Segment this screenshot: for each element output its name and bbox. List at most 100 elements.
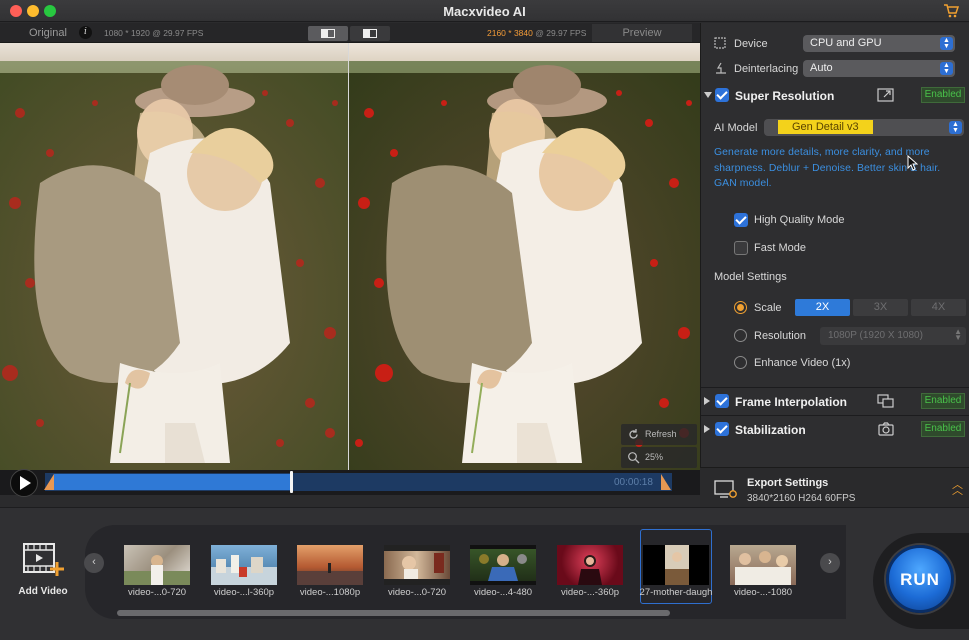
play-icon [20, 476, 31, 490]
section-divider [701, 415, 969, 416]
clip-label: video-...0-720 [127, 587, 187, 598]
split-view-icon [321, 29, 335, 38]
deinterlacing-value: Auto [810, 62, 833, 74]
high-quality-mode-label: High Quality Mode [754, 214, 845, 226]
ai-model-value: Gen Detail v3 [778, 120, 873, 134]
resolution-value: 1080P (1920 X 1080) [828, 330, 923, 341]
chevron-updown-icon: ▲ ▼ [940, 37, 953, 50]
app-window: Macxvideo AI Original i 1080 * 1920 @ 29… [0, 0, 969, 640]
zoom-button[interactable]: 25% [621, 447, 697, 468]
run-label: RUN [900, 570, 940, 589]
clip-thumbnail[interactable] [643, 545, 709, 585]
deinterlacing-icon [716, 62, 726, 74]
clip-thumbnail[interactable] [211, 545, 277, 585]
info-icon[interactable]: i [79, 26, 92, 39]
high-quality-mode-checkbox[interactable] [734, 213, 748, 227]
frame-interpolation-status: Enabled [921, 393, 965, 409]
refresh-icon [629, 429, 638, 439]
collapse-super-resolution-icon[interactable] [704, 92, 712, 98]
clip-label: video-...l-360p [213, 587, 275, 598]
enhance-video-radio[interactable] [734, 356, 747, 369]
resolution-radio[interactable] [734, 329, 747, 342]
device-label: Device [734, 38, 768, 50]
clip-preview-image [124, 555, 190, 585]
scale-option-3x[interactable]: 3X [853, 299, 908, 316]
scale-option-2x[interactable]: 2X [795, 299, 850, 316]
clip-thumbnail[interactable] [297, 545, 363, 585]
scale-radio[interactable] [734, 301, 747, 314]
clip-label: video-...4-480 [473, 587, 533, 598]
clip-preview-image [470, 545, 536, 585]
clip-label: video-...0-720 [387, 587, 447, 598]
clip-label: video-...-1080 [733, 587, 793, 598]
clip-preview-image [735, 551, 791, 585]
super-resolution-title: Super Resolution [735, 89, 835, 103]
export-settings-title: Export Settings [747, 477, 829, 489]
frame-interpolation-checkbox[interactable] [715, 394, 729, 408]
clip-label: video-...-360p [560, 587, 620, 598]
resolution-select[interactable]: 1080P (1920 X 1080) ▲ ▼ [820, 327, 966, 345]
run-button[interactable]: RUN [886, 545, 954, 613]
clip-preview-image [384, 545, 450, 585]
model-settings-label: Model Settings [714, 271, 787, 283]
export-settings-icon [714, 480, 737, 498]
enhanced-video-frame [349, 43, 700, 470]
scroll-left-button[interactable]: ‹ [84, 553, 104, 573]
fast-mode-label: Fast Mode [754, 242, 806, 254]
clip-thumbnail[interactable] [470, 545, 536, 585]
playhead[interactable] [290, 471, 293, 493]
title-bar: Macxvideo AI [0, 0, 969, 22]
add-video-button[interactable]: Add Video [15, 540, 71, 600]
split-view-toggle[interactable] [308, 26, 348, 41]
cart-icon[interactable] [943, 3, 959, 19]
scroll-right-button[interactable]: › [820, 553, 840, 573]
resolution-label: Resolution [754, 330, 806, 342]
clip-thumbnail[interactable] [384, 545, 450, 585]
export-settings-bar[interactable]: Export Settings 3840*2160 H264 60FPS ︿ ︿ [700, 467, 969, 507]
stabilization-title: Stabilization [735, 423, 806, 437]
super-resolution-checkbox[interactable] [715, 88, 729, 102]
zoom-level: 25% [645, 452, 664, 462]
clip-thumbnail[interactable] [730, 545, 796, 585]
chevron-updown-icon: ▲ ▼ [940, 62, 953, 75]
clip-thumbnail[interactable] [124, 545, 190, 585]
preview-resolution-fps: @ 29.97 FPS [532, 28, 587, 38]
stabilization-status: Enabled [921, 421, 965, 437]
refresh-label: Refresh [645, 429, 677, 439]
preview-resolution: 2160 * 3840 @ 29.97 FPS [487, 28, 586, 38]
clip-preview-image [665, 545, 689, 585]
refresh-button[interactable]: Refresh [621, 424, 697, 445]
fast-mode-checkbox[interactable] [734, 241, 748, 255]
enhanced-video-pane[interactable] [349, 43, 700, 470]
clip-preview-image [297, 563, 363, 585]
ai-model-label: AI Model [714, 122, 758, 134]
section-divider [701, 387, 969, 388]
compare-divider[interactable] [348, 43, 349, 470]
timeline-progress [54, 474, 291, 490]
scale-option-4x[interactable]: 4X [911, 299, 966, 316]
original-video-pane[interactable] [0, 43, 348, 470]
scale-label: Scale [754, 302, 782, 314]
clip-label-selected: 27-mother-daugh [639, 587, 713, 598]
chevron-up-icon[interactable]: ︿ ︿ [952, 480, 963, 497]
ai-model-description: Generate more details, more clarity, and… [714, 147, 941, 189]
frames-icon [877, 394, 894, 408]
expand-frame-interpolation-icon[interactable] [704, 397, 710, 405]
device-select[interactable]: CPU and GPU ▲ ▼ [803, 35, 955, 52]
preview-tab[interactable]: Preview [592, 24, 692, 42]
deinterlacing-select[interactable]: Auto ▲ ▼ [803, 60, 955, 77]
clip-thumbnail[interactable] [557, 545, 623, 585]
clip-strip-scrollbar[interactable] [117, 610, 670, 616]
original-resolution: 1080 * 1920 @ 29.97 FPS [104, 28, 204, 38]
clip-preview-image [578, 555, 602, 585]
ai-model-select[interactable]: Gen Detail v3 ▲ ▼ [764, 119, 964, 136]
expand-icon [877, 88, 894, 102]
side-by-side-toggle[interactable] [350, 26, 390, 41]
stabilization-checkbox[interactable] [715, 422, 729, 436]
play-button[interactable] [10, 469, 38, 497]
add-video-icon [23, 543, 64, 576]
expand-stabilization-icon[interactable] [704, 425, 710, 433]
enhance-video-label: Enhance Video (1x) [754, 357, 851, 369]
add-video-label: Add Video [18, 586, 68, 597]
camera-stabilize-icon [878, 422, 894, 436]
